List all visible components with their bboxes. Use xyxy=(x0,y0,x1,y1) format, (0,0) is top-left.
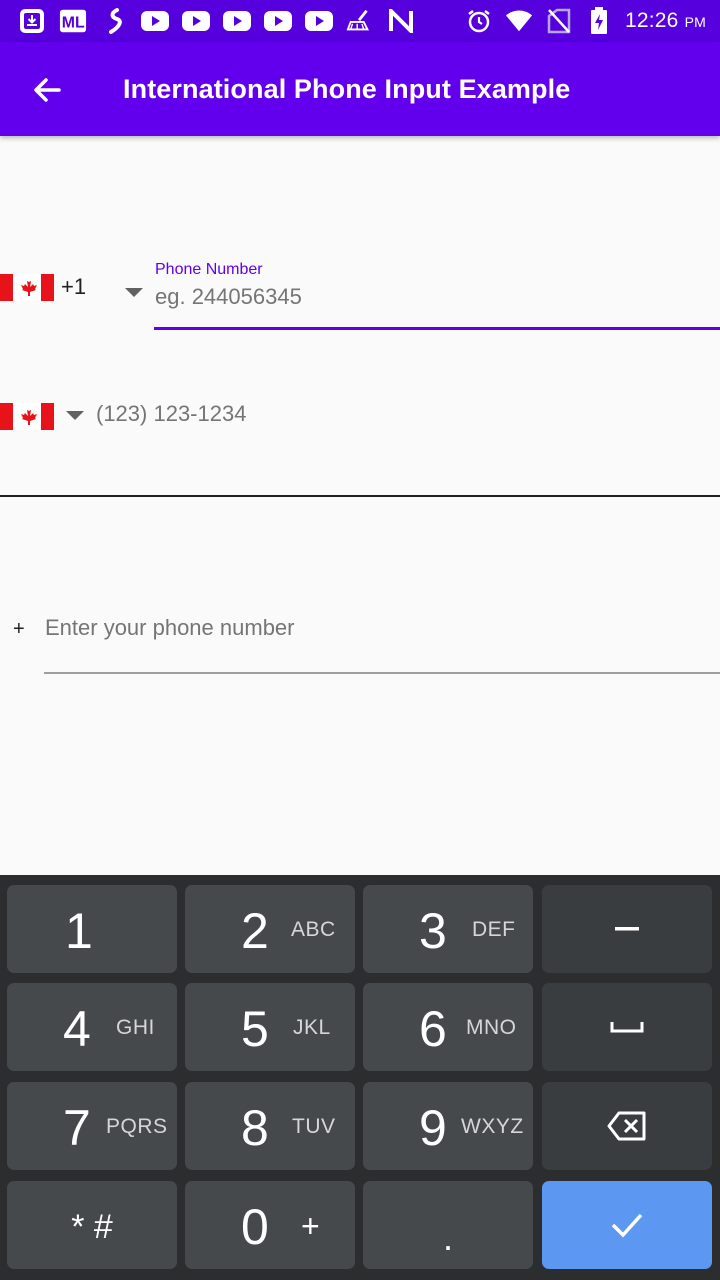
key-digit: 0 xyxy=(241,1199,269,1255)
key-symbols: . xyxy=(442,1217,453,1258)
minus-icon xyxy=(615,927,639,931)
key-period[interactable]: . xyxy=(363,1181,533,1269)
phone-number-label: Phone Number xyxy=(155,261,263,278)
key-digit: 6 xyxy=(419,1001,447,1057)
key-5[interactable]: 5 JKL xyxy=(185,983,355,1071)
field-underline xyxy=(44,672,720,674)
notification-icons: ML xyxy=(18,6,415,36)
back-button[interactable] xyxy=(22,65,72,115)
key-letters: MNO xyxy=(466,1016,517,1039)
key-symbols: * # xyxy=(71,1207,113,1246)
phone-number-input[interactable]: eg. 244056345 xyxy=(155,284,302,310)
key-digit: 1 xyxy=(65,903,93,959)
clock-ampm: PM xyxy=(684,14,706,30)
key-letters: ABC xyxy=(291,918,336,941)
backspace-key[interactable] xyxy=(542,1082,712,1170)
backspace-icon xyxy=(607,1111,646,1141)
page-title: International Phone Input Example xyxy=(123,74,571,104)
key-letters: DEF xyxy=(472,918,516,941)
status-bar: ML 12:26 PM xyxy=(0,0,720,42)
key-star-hash[interactable]: * # xyxy=(7,1181,177,1269)
canada-flag-icon[interactable] xyxy=(0,274,54,301)
key-letters: GHI xyxy=(116,1016,155,1039)
check-icon xyxy=(611,1213,643,1238)
done-key[interactable] xyxy=(542,1181,712,1269)
key-8[interactable]: 8 TUV xyxy=(185,1082,355,1170)
youtube-icon xyxy=(141,8,169,34)
numeric-keyboard: 1 2 ABC 3 DEF 4 GHI 5 JKL 6 MNO 7 PQRS 8… xyxy=(0,875,720,1280)
clock: 12:26 PM xyxy=(625,9,706,33)
battery-charging-icon xyxy=(585,7,613,34)
space-icon xyxy=(610,1022,644,1033)
dial-code[interactable]: +1 xyxy=(61,274,86,300)
key-4[interactable]: 4 GHI xyxy=(7,983,177,1071)
dropdown-arrow-icon[interactable] xyxy=(125,288,143,297)
key-letters: TUV xyxy=(292,1115,336,1138)
canada-flag-icon[interactable] xyxy=(0,403,54,430)
enter-phone-input[interactable]: Enter your phone number xyxy=(45,615,295,641)
key-digit: 5 xyxy=(241,1001,269,1057)
key-digit: 9 xyxy=(419,1100,447,1156)
key-9[interactable]: 9 WXYZ xyxy=(363,1082,533,1170)
key-letters: JKL xyxy=(293,1016,331,1039)
key-digit: 2 xyxy=(241,903,269,959)
alarm-icon xyxy=(465,8,493,34)
dropdown-arrow-icon[interactable] xyxy=(66,411,84,420)
app-bar: International Phone Input Example xyxy=(0,42,720,136)
key-1[interactable]: 1 xyxy=(7,885,177,973)
wifi-icon xyxy=(505,8,533,34)
download-icon xyxy=(18,8,46,34)
space-key[interactable] xyxy=(542,983,712,1071)
field-underline xyxy=(0,495,720,497)
ml-icon: ML xyxy=(59,8,87,34)
focused-underline xyxy=(154,327,720,330)
youtube-icon xyxy=(223,8,251,34)
youtube-icon xyxy=(264,8,292,34)
key-letters: PQRS xyxy=(106,1115,168,1138)
broom-icon xyxy=(346,8,374,34)
svg-text:ML: ML xyxy=(62,15,85,32)
key-6[interactable]: 6 MNO xyxy=(363,983,533,1071)
key-digit: 3 xyxy=(419,903,447,959)
n-logo-icon xyxy=(387,8,415,34)
formatted-phone-input[interactable]: (123) 123-1234 xyxy=(96,401,246,427)
swirl-icon xyxy=(100,8,128,34)
arrow-back-icon xyxy=(34,78,61,102)
key-7[interactable]: 7 PQRS xyxy=(7,1082,177,1170)
plus-prefix: + xyxy=(13,618,25,640)
key-3[interactable]: 3 DEF xyxy=(363,885,533,973)
key-2[interactable]: 2 ABC xyxy=(185,885,355,973)
minus-key[interactable] xyxy=(542,885,712,973)
key-digit: 4 xyxy=(63,1001,91,1057)
youtube-icon xyxy=(182,8,210,34)
system-icons: 12:26 PM xyxy=(465,6,706,36)
key-digit: 8 xyxy=(241,1100,269,1156)
key-letters: + xyxy=(301,1208,321,1244)
key-digit: 7 xyxy=(63,1100,91,1156)
clock-time: 12:26 xyxy=(624,9,679,32)
no-sim-icon xyxy=(545,8,573,34)
youtube-icon xyxy=(305,8,333,34)
key-letters: WXYZ xyxy=(461,1115,524,1138)
key-0[interactable]: 0 + xyxy=(185,1181,355,1269)
